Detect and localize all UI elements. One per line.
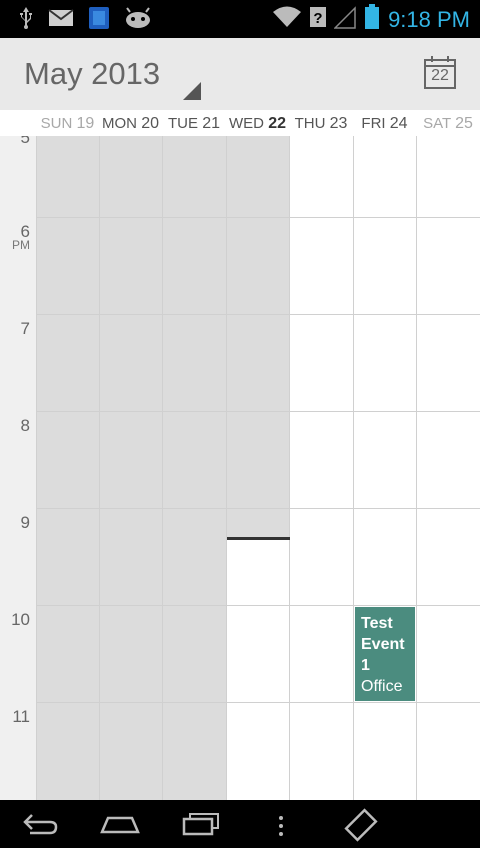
hour-label-11: 11: [12, 707, 30, 726]
screen-rotation-icon: [344, 808, 378, 842]
wifi-icon: [272, 5, 302, 34]
svg-text:?: ?: [313, 10, 322, 27]
day-header-fri[interactable]: FRI 24: [353, 110, 416, 136]
week-grid[interactable]: 5 6 PM 7 8 9 10 11 Test Event 1 Office: [0, 136, 480, 800]
event-title-line: Event: [361, 636, 405, 653]
android-icon: [124, 7, 152, 34]
hour-ampm-label: PM: [12, 238, 30, 252]
recent-apps-icon: [182, 813, 219, 836]
day-header-sat[interactable]: SAT 25: [416, 110, 480, 136]
day-header-thu[interactable]: THU 23: [289, 110, 353, 136]
back-icon: [23, 814, 58, 835]
day-divider: [36, 136, 37, 800]
hour-label-8: 8: [20, 416, 30, 435]
battery-icon: [364, 4, 380, 35]
event-title-line: 1: [361, 657, 370, 674]
hour-label-9: 9: [20, 513, 30, 532]
day-header-tue[interactable]: TUE 21: [162, 110, 226, 136]
day-divider: [226, 136, 227, 800]
day-divider: [353, 136, 354, 800]
event-test-event-1[interactable]: Test Event 1 Office: [355, 607, 415, 701]
signal-icon: [333, 5, 356, 34]
day-divider: [416, 136, 417, 800]
home-button[interactable]: [100, 814, 140, 841]
hour-line: [36, 702, 480, 703]
day-header-wed[interactable]: WED 22: [226, 110, 289, 136]
month-spinner-title[interactable]: May 2013: [24, 56, 160, 92]
day-divider: [99, 136, 100, 800]
overflow-menu-button[interactable]: [276, 814, 286, 843]
today-day-number: 22: [431, 67, 449, 84]
mail-icon: [48, 8, 74, 33]
hour-line: [36, 411, 480, 412]
hour-line: [36, 217, 480, 218]
event-title-line: Test: [361, 615, 393, 632]
spinner-triangle-icon[interactable]: [183, 82, 201, 100]
past-days-shade: [37, 136, 226, 800]
hour-label-5: 5: [20, 136, 30, 147]
day-divider: [289, 136, 290, 800]
current-time-indicator: [227, 537, 290, 540]
usb-icon: [18, 6, 34, 35]
day-header-mon[interactable]: MON 20: [99, 110, 162, 136]
event-location: Office: [361, 678, 403, 695]
hour-line: [36, 605, 480, 606]
notification-icons: [18, 6, 152, 35]
week-day-header: SUN 19 MON 20 TUE 21 WED 22 THU 23 FRI 2…: [0, 110, 480, 137]
navigation-bar: [0, 800, 480, 848]
rotate-screen-button[interactable]: [344, 808, 378, 847]
today-past-shade: [227, 136, 290, 538]
action-bar: May 2013: [0, 38, 480, 111]
recent-apps-button[interactable]: [182, 812, 220, 841]
app-icon: [88, 6, 110, 35]
overflow-menu-icon: [279, 816, 283, 836]
day-header-sun[interactable]: SUN 19: [36, 110, 99, 136]
day-divider: [162, 136, 163, 800]
hour-line: [36, 314, 480, 315]
hour-line: [36, 508, 480, 509]
back-button[interactable]: [22, 812, 58, 841]
status-bar: ? 9:18 PM: [0, 0, 480, 38]
help-icon: ?: [310, 5, 327, 34]
system-icons: ? 9:18 PM: [272, 4, 470, 35]
hour-label-10: 10: [11, 610, 30, 629]
today-button[interactable]: 22: [424, 56, 456, 90]
clock: 9:18 PM: [388, 6, 470, 32]
home-icon: [100, 816, 140, 834]
hour-label-7: 7: [20, 319, 30, 338]
